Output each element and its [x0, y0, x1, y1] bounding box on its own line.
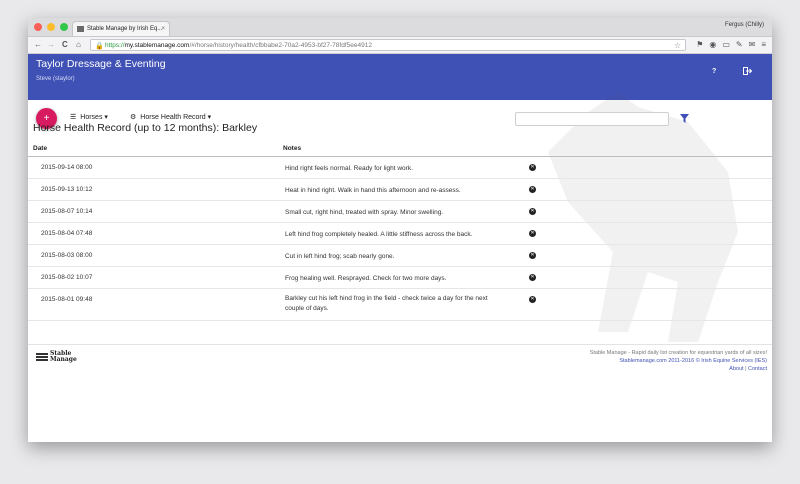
record-menu[interactable]: ⚙ Horse Health Record ▾ — [130, 113, 211, 121]
url-input[interactable]: 🔒 https://my.stablemanage.com/#/horse/hi… — [90, 39, 686, 51]
stable-manage-logo: Stable Manage — [36, 351, 77, 363]
app-title: Taylor Dressage & Eventing — [36, 58, 166, 70]
copyright-link[interactable]: Stablemanage.com 2011-2016 © Irish Equin… — [590, 357, 767, 365]
extension-icons: ⚑ ◉ ▭ ✎ ✉ ≡ — [696, 39, 766, 51]
url-path: /#/horse/history/health/cfbbabe2-70a2-49… — [189, 42, 372, 49]
delete-record-icon[interactable]: ✕ — [529, 164, 536, 171]
row-notes: Hind right feels normal. Ready for light… — [285, 165, 413, 172]
table-header: Date Notes — [28, 140, 772, 157]
reload-button[interactable]: C — [62, 39, 68, 51]
table-row: 2015-08-01 09:48 Barkley cut his left hi… — [28, 289, 772, 321]
row-date: 2015-08-01 09:48 — [41, 296, 93, 303]
row-notes: Barkley cut his left hind frog in the fi… — [285, 295, 488, 312]
row-date: 2015-08-07 10:14 — [41, 208, 93, 215]
address-bar-row: ← → C ⌂ 🔒 https://my.stablemanage.com/#/… — [28, 37, 772, 54]
caret-down-icon: ▾ — [205, 114, 212, 121]
tab-strip: Stable Manage by Irish Eq... × Fergus (C… — [28, 18, 772, 37]
tab-close-icon[interactable]: × — [161, 22, 165, 36]
minimize-window-button[interactable] — [47, 23, 55, 31]
logo-text-line2: Manage — [50, 356, 77, 363]
help-button[interactable]: ? — [712, 68, 716, 75]
logout-button[interactable] — [743, 67, 753, 77]
extension-icon[interactable]: ◉ — [709, 39, 716, 51]
browser-window: Stable Manage by Irish Eq... × Fergus (C… — [28, 18, 772, 442]
page-title: Horse Health Record (up to 12 months): B… — [33, 122, 258, 134]
table-row: 2015-09-14 08:00 Hind right feels normal… — [28, 157, 772, 179]
current-user: Steve (staylor) — [36, 76, 75, 82]
home-button[interactable]: ⌂ — [76, 39, 81, 51]
url-scheme: https:// — [105, 42, 125, 49]
row-date: 2015-08-04 07:48 — [41, 230, 93, 237]
row-notes: Heat in hind right. Walk in hand this af… — [285, 187, 461, 194]
row-notes: Small cut, right hind, treated with spra… — [285, 209, 444, 216]
caret-down-icon: ▾ — [102, 114, 108, 121]
table-row: 2015-08-07 10:14 Small cut, right hind, … — [28, 201, 772, 223]
column-header-notes: Notes — [283, 145, 302, 152]
delete-record-icon[interactable]: ✕ — [529, 274, 536, 281]
close-window-button[interactable] — [34, 23, 42, 31]
row-date: 2015-09-13 10:12 — [41, 186, 93, 193]
column-header-date: Date — [33, 145, 48, 152]
logo-lines-icon — [36, 353, 48, 361]
browser-menu-icon[interactable]: ≡ — [761, 39, 766, 51]
row-notes: Frog healing well. Resprayed. Check for … — [285, 275, 447, 282]
table-row: 2015-08-04 07:48 Left hind frog complete… — [28, 223, 772, 245]
forward-button[interactable]: → — [47, 39, 55, 51]
contact-link[interactable]: Contact — [748, 366, 767, 372]
extension-icon[interactable]: ⚑ — [696, 39, 703, 51]
health-record-table: Date Notes 2015-09-14 08:00 Hind right f… — [28, 140, 772, 321]
delete-record-icon[interactable]: ✕ — [529, 230, 536, 237]
delete-record-icon[interactable]: ✕ — [529, 296, 536, 303]
cast-icon[interactable]: ▭ — [722, 39, 730, 51]
table-row: 2015-08-03 08:00 Cut in left hind frog; … — [28, 245, 772, 267]
gear-icon: ⚙ — [130, 114, 137, 121]
footer: Stable Manage Stable Manage - Rapid dail… — [28, 344, 772, 385]
search-input[interactable] — [515, 112, 669, 126]
window-controls — [34, 23, 68, 31]
hamburger-icon: ☰ — [70, 114, 77, 121]
table-row: 2015-08-02 10:07 Frog healing well. Resp… — [28, 267, 772, 289]
row-notes: Left hind frog completely healed. A litt… — [285, 231, 473, 238]
footer-info: Stable Manage - Rapid daily list creatio… — [590, 349, 767, 373]
delete-record-icon[interactable]: ✕ — [529, 252, 536, 259]
horses-menu[interactable]: ☰ Horses ▾ — [70, 113, 108, 121]
filter-icon[interactable] — [680, 114, 689, 123]
delete-record-icon[interactable]: ✕ — [529, 186, 536, 193]
maximize-window-button[interactable] — [60, 23, 68, 31]
site-favicon-icon — [77, 26, 84, 32]
profile-name[interactable]: Fergus (Chilly) — [725, 22, 764, 28]
url-domain: my.stablemanage.com — [124, 42, 190, 49]
eyedropper-icon[interactable]: ✎ — [736, 39, 743, 51]
delete-record-icon[interactable]: ✕ — [529, 208, 536, 215]
mail-icon[interactable]: ✉ — [749, 39, 756, 51]
bookmark-star-icon[interactable]: ☆ — [674, 40, 681, 51]
back-button[interactable]: ← — [34, 39, 42, 51]
row-date: 2015-09-14 08:00 — [41, 164, 93, 171]
horses-menu-label: Horses — [80, 114, 103, 121]
logout-icon — [743, 67, 753, 75]
record-menu-label: Horse Health Record — [140, 114, 206, 121]
about-link[interactable]: About — [729, 366, 743, 372]
footer-tagline: Stable Manage - Rapid daily list creatio… — [589, 350, 767, 356]
browser-tab[interactable]: Stable Manage by Irish Eq... × — [72, 21, 170, 36]
footer-separator: | — [745, 366, 747, 372]
lock-icon: 🔒 — [95, 43, 104, 50]
row-date: 2015-08-03 08:00 — [41, 252, 93, 259]
tab-title: Stable Manage by Irish Eq... — [87, 26, 163, 32]
row-date: 2015-08-02 10:07 — [41, 274, 93, 281]
row-notes: Cut in left hind frog; scab nearly gone. — [285, 253, 395, 260]
table-row: 2015-09-13 10:12 Heat in hind right. Wal… — [28, 179, 772, 201]
